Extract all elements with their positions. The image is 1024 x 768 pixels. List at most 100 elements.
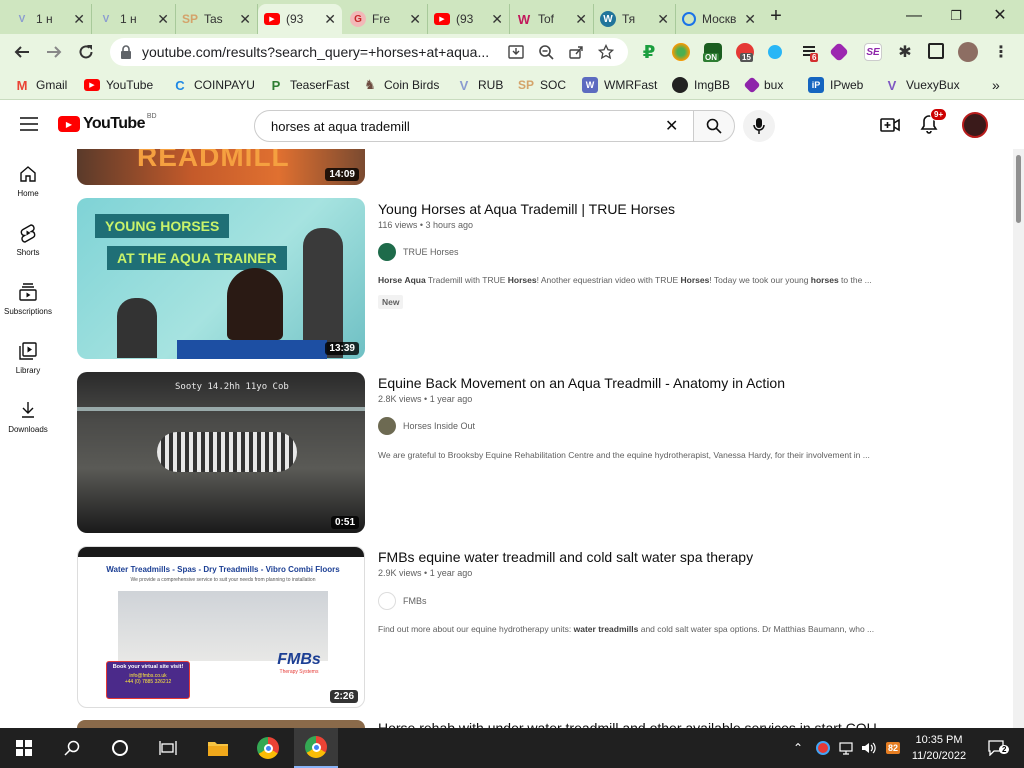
page-scrollbar[interactable] xyxy=(1013,149,1024,728)
channel-link[interactable]: Horses Inside Out xyxy=(378,417,475,435)
hamburger-menu-icon[interactable] xyxy=(20,117,38,131)
bookmark-coinpayu[interactable]: C COINPAYU xyxy=(172,76,255,94)
bux-ext-icon[interactable] xyxy=(829,42,849,62)
bookmark-soc[interactable]: SP SOC xyxy=(518,76,566,94)
globe-ext-icon[interactable] xyxy=(672,43,690,61)
video-thumbnail[interactable]: Water Treadmills - Spas - Dry Treadmills… xyxy=(77,546,365,708)
install-icon[interactable] xyxy=(508,44,524,60)
tray-badge-icon[interactable]: 82 xyxy=(884,728,902,768)
file-explorer-button[interactable] xyxy=(198,728,238,768)
tab-youtube-active[interactable]: ▶ (93 ✕ xyxy=(258,4,342,34)
sidebar-item-shorts[interactable]: Shorts xyxy=(0,222,56,257)
sidepanel-icon[interactable] xyxy=(928,43,944,59)
clear-search-icon[interactable]: ✕ xyxy=(665,116,678,136)
bookmark-bux[interactable]: bux xyxy=(743,76,783,94)
tab-1[interactable]: V 1 н ✕ xyxy=(8,4,92,34)
cortana-button[interactable] xyxy=(100,728,140,768)
list-ext-icon[interactable]: 6 xyxy=(800,43,819,62)
sidebar-item-downloads[interactable]: Downloads xyxy=(0,399,56,434)
task-view-button[interactable] xyxy=(148,728,188,768)
search-taskbar-button[interactable] xyxy=(52,728,92,768)
v-icon: V xyxy=(18,13,26,25)
chrome-taskbar-button-active[interactable] xyxy=(294,728,338,768)
bookmark-youtube[interactable]: ▶ YouTube xyxy=(84,76,153,94)
reload-button[interactable] xyxy=(74,40,98,64)
minimize-button[interactable]: — xyxy=(904,6,924,26)
bookmark-wmrfast[interactable]: W WMRFast xyxy=(582,76,657,94)
account-avatar[interactable] xyxy=(962,112,988,138)
search-button[interactable] xyxy=(693,110,735,142)
close-icon[interactable]: ✕ xyxy=(157,11,169,28)
bookmark-star-icon[interactable] xyxy=(598,44,614,60)
close-icon[interactable]: ✕ xyxy=(657,11,669,28)
start-button[interactable] xyxy=(4,728,44,768)
tab-3[interactable]: SP Tas ✕ xyxy=(176,4,258,34)
tab-9[interactable]: Москв ✕ xyxy=(676,4,762,34)
close-icon[interactable]: ✕ xyxy=(324,11,336,28)
tab-7[interactable]: W Tof ✕ xyxy=(510,4,594,34)
checkmark-ext-icon[interactable] xyxy=(765,42,785,62)
bux-icon xyxy=(743,76,761,94)
video-thumbnail[interactable]: YOUNG HORSES AT THE AQUA TRAINER 13:39 xyxy=(77,198,365,359)
video-title[interactable]: FMBs equine water treadmill and cold sal… xyxy=(378,549,753,565)
channel-link[interactable]: TRUE Horses xyxy=(378,243,459,261)
voice-search-button[interactable] xyxy=(743,110,775,142)
bookmark-ipweb[interactable]: iP IPweb xyxy=(808,76,863,94)
close-icon[interactable]: ✕ xyxy=(744,11,756,28)
video-title[interactable]: Young Horses at Aqua Trademill | TRUE Ho… xyxy=(378,201,675,217)
puzzle-icon[interactable]: ✱ xyxy=(896,43,914,61)
search-input[interactable]: horses at aqua trademill ✕ xyxy=(254,110,694,142)
bookmark-teaserfast[interactable]: P TeaserFast xyxy=(268,76,350,94)
action-center-button[interactable]: 2 xyxy=(982,728,1012,768)
close-icon[interactable]: ✕ xyxy=(73,11,85,28)
teaserfast-ext-icon[interactable]: ₽ xyxy=(640,42,658,62)
tab-2[interactable]: V 1 н ✕ xyxy=(92,4,176,34)
system-clock[interactable]: 10:35 PM 11/20/2022 xyxy=(906,732,972,764)
profile-avatar[interactable] xyxy=(958,42,978,62)
notifications-button[interactable]: 9+ xyxy=(920,108,948,139)
video-thumbnail[interactable]: Sooty 14.2hh 11yo Cob 0:51 xyxy=(77,372,365,533)
chrome-taskbar-button[interactable] xyxy=(246,728,290,768)
share-icon[interactable] xyxy=(568,44,584,60)
bookmark-gmail[interactable]: M Gmail xyxy=(14,76,68,94)
bookmark-coinbirds[interactable]: ♞ Coin Birds xyxy=(362,76,439,94)
video-thumbnail-partial[interactable] xyxy=(77,720,365,728)
on-ext-icon[interactable]: ON xyxy=(703,43,722,62)
close-icon[interactable]: ✕ xyxy=(491,11,503,28)
sidebar-item-home[interactable]: Home xyxy=(0,163,56,198)
new-tab-button[interactable]: + xyxy=(766,6,786,26)
bookmark-rub[interactable]: V RUB xyxy=(456,76,504,94)
bookmark-imgbb[interactable]: ImgBB xyxy=(672,76,730,94)
tab-8[interactable]: W Тя ✕ xyxy=(594,4,676,34)
close-icon[interactable]: ✕ xyxy=(575,11,587,28)
close-icon[interactable]: ✕ xyxy=(239,11,251,28)
address-bar[interactable]: youtube.com/results?search_query=+horses… xyxy=(110,38,628,66)
fmbs-logo: FMBs Therapy Systems xyxy=(264,651,334,675)
sidebar-item-library[interactable]: Library xyxy=(0,340,56,375)
sidebar-item-subscriptions[interactable]: Subscriptions xyxy=(0,281,56,316)
video-title[interactable]: Equine Back Movement on an Aqua Treadmil… xyxy=(378,375,785,391)
video-title[interactable]: Horse rehab with under water treadmill a… xyxy=(378,720,877,728)
se-ext-icon[interactable]: SE xyxy=(864,43,882,61)
create-video-icon[interactable] xyxy=(880,117,900,133)
scrollbar-thumb[interactable] xyxy=(1016,155,1021,223)
tray-app-icon[interactable] xyxy=(814,728,832,768)
network-icon[interactable] xyxy=(838,728,856,768)
bookmark-vuexybux[interactable]: V VuexyBux xyxy=(884,76,960,94)
volume-icon[interactable] xyxy=(860,728,878,768)
restore-button[interactable]: ❐ xyxy=(946,6,966,26)
tab-5[interactable]: G Fre ✕ xyxy=(344,4,428,34)
youtube-logo[interactable]: ▶ YouTube BD xyxy=(58,113,157,133)
tray-overflow-chevron-icon[interactable]: ⌃ xyxy=(790,728,806,768)
seo-ext-icon[interactable]: 15 xyxy=(736,43,754,62)
menu-kebab-icon[interactable]: ⋮ xyxy=(992,43,1010,61)
forward-button[interactable] xyxy=(42,40,66,64)
zoom-icon[interactable] xyxy=(538,44,554,60)
bookmarks-overflow-icon[interactable]: » xyxy=(992,76,1000,94)
close-window-button[interactable]: ✕ xyxy=(990,6,1010,26)
back-button[interactable] xyxy=(10,40,34,64)
tab-6[interactable]: ▶ (93 ✕ xyxy=(428,4,510,34)
video-thumbnail-partial[interactable]: READMILL 14:09 xyxy=(77,149,365,185)
close-icon[interactable]: ✕ xyxy=(409,11,421,28)
channel-link[interactable]: FMBs xyxy=(378,592,427,610)
